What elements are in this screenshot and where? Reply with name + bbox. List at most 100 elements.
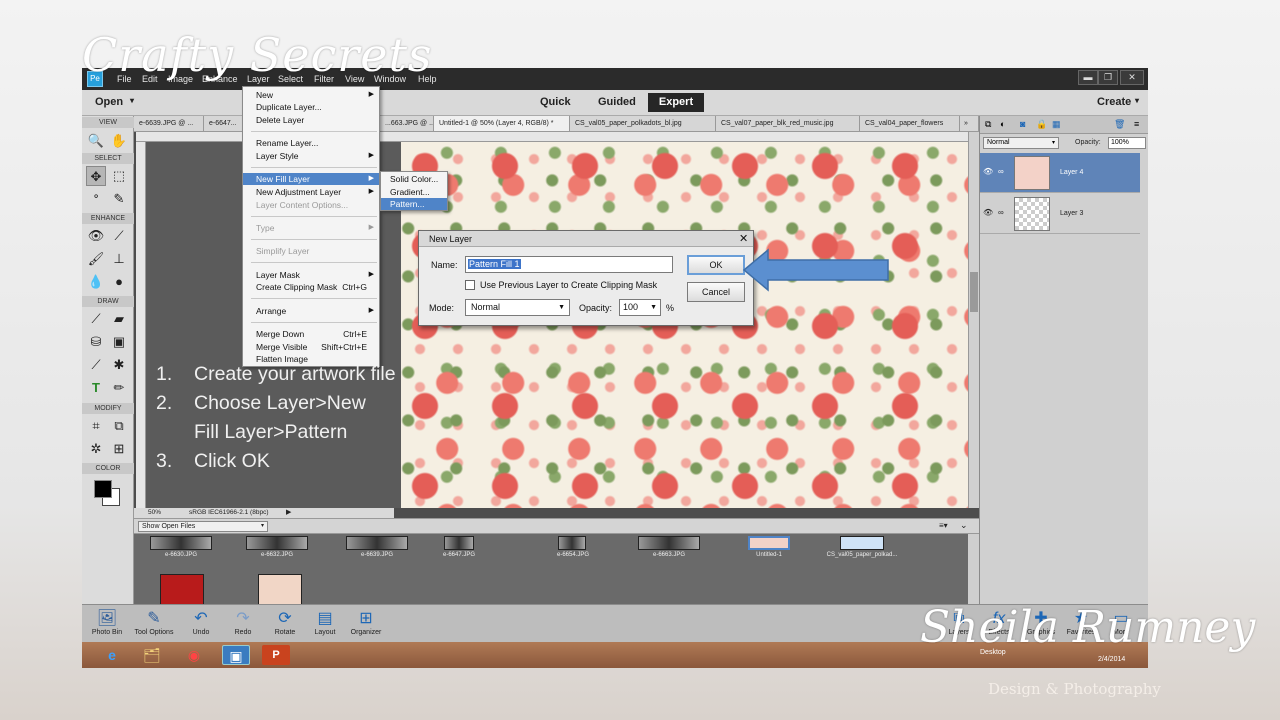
blend-mode-select[interactable]: Normal ▾ [983, 137, 1059, 149]
minimize-button[interactable]: ▬ [1078, 70, 1098, 85]
canvas-scrollbar-thumb[interactable] [970, 272, 978, 312]
show-open-files-select[interactable]: Show Open Files ▾ [138, 521, 268, 532]
marquee-tool-icon[interactable]: ⬚ [109, 166, 129, 186]
open-button[interactable]: Open [95, 96, 123, 108]
visibility-eye-icon[interactable]: 👁 [983, 208, 993, 217]
hand-tool-icon[interactable]: ✋ [109, 131, 129, 151]
spot-healing-tool-icon[interactable]: ⟋ [109, 226, 129, 246]
restore-button[interactable]: ❐ [1098, 70, 1118, 85]
blur-tool-icon[interactable]: 💧 [86, 272, 106, 292]
eraser-tool-icon[interactable]: ▰ [109, 309, 129, 329]
tab-red-music[interactable]: CS_val07_paper_blk_red_music.jpg [716, 116, 860, 131]
straighten-tool-icon[interactable]: ⊞ [109, 439, 129, 459]
foreground-color-swatch[interactable] [94, 480, 112, 498]
tab-e-6639[interactable]: e-6639.JPG @ ... [134, 116, 204, 131]
eyedropper-tool-icon[interactable]: ⟋ [86, 355, 106, 375]
bin-thumb-e-6632[interactable] [246, 536, 308, 550]
link-icon[interactable]: ∞ [998, 167, 1004, 176]
create-button[interactable]: Create [1097, 96, 1131, 108]
custom-shape-tool-icon[interactable]: ✱ [109, 355, 129, 375]
new-layer-icon[interactable]: ⧉ [985, 119, 991, 130]
bin-thumb-e-6630[interactable] [150, 536, 212, 550]
layer-row-layer-4[interactable]: 👁 ∞ Layer 4 [980, 153, 1140, 193]
menu-item-new-adjustment-layer[interactable]: New Adjustment Layer ▶ [243, 186, 379, 198]
pencil-tool-icon[interactable]: ✏ [109, 378, 129, 398]
trash-icon[interactable]: 🗑 [1114, 119, 1125, 130]
bin-thumb-e-6639[interactable] [346, 536, 408, 550]
crop-tool-icon[interactable]: ⌗ [86, 416, 106, 436]
bin-thumb-e-6647[interactable] [444, 536, 474, 550]
menu-item-new-fill-layer[interactable]: New Fill Layer ▶ [243, 173, 379, 185]
menu-item-layer-mask[interactable]: Layer Mask ▶ [243, 269, 379, 281]
photoshop-elements-taskbar-icon[interactable]: ▣ [222, 645, 250, 665]
bin-thumb-untitled-1[interactable] [748, 536, 790, 550]
gradient-tool-icon[interactable]: ▣ [109, 332, 129, 352]
panel-menu-icon[interactable]: ≡ [1134, 119, 1139, 129]
brush-tool-icon[interactable]: ⟋ [86, 309, 106, 329]
organizer-button[interactable]: ⊞ Organizer [341, 609, 391, 636]
adjustment-layer-icon[interactable]: ◐ [1000, 119, 1005, 129]
tab-untitled-1[interactable]: Untitled-1 @ 50% (Layer 4, RGB/8) * [434, 116, 570, 131]
type-tool-icon[interactable]: T [86, 378, 106, 398]
chrome-icon[interactable]: ◉ [180, 645, 208, 665]
smart-brush-tool-icon[interactable]: 🖌 [86, 249, 106, 269]
bin-thumb-e-6663[interactable] [638, 536, 700, 550]
bin-thumb-polkadots[interactable] [840, 536, 884, 550]
dialog-close-icon[interactable]: ✕ [739, 231, 748, 247]
menu-item-arrange[interactable]: Arrange ▶ [243, 305, 379, 317]
quick-mode-tab[interactable]: Quick [540, 96, 571, 108]
lock-all-icon[interactable]: 🔒 [1036, 119, 1047, 130]
content-aware-move-tool-icon[interactable]: ✲ [86, 439, 106, 459]
layer-row-layer-3[interactable]: 👁 ∞ Layer 3 [980, 194, 1140, 234]
lasso-tool-icon[interactable]: ᐤ [86, 189, 106, 209]
move-tool-icon[interactable]: ✥ [86, 166, 106, 186]
tabs-overflow-icon[interactable]: » [960, 116, 979, 131]
recompose-tool-icon[interactable]: ⧉ [109, 416, 129, 436]
tab-flowers[interactable]: CS_val04_paper_flowers [860, 116, 960, 131]
bin-collapse-icon[interactable]: ⌄ [960, 520, 968, 531]
tab-e-6663[interactable]: ...663.JPG @ ... [380, 116, 434, 131]
tab-polkadots[interactable]: CS_val05_paper_polkadots_bl.jpg [570, 116, 716, 131]
canvas-scrollbar[interactable] [968, 132, 979, 508]
layer-opacity-input[interactable]: 100% [1108, 137, 1146, 149]
menu-item-new[interactable]: New ▶ [243, 89, 379, 101]
menu-item-gradient[interactable]: Gradient... [381, 186, 447, 198]
tab-e-6647[interactable]: e-6647... [204, 116, 244, 131]
open-dropdown-icon[interactable]: ▾ [130, 96, 134, 105]
menu-item-create-clipping-mask[interactable]: Create Clipping Mask Ctrl+G [243, 281, 379, 293]
visibility-eye-icon[interactable]: 👁 [983, 167, 993, 176]
bin-scrollbar[interactable] [968, 534, 979, 606]
menu-item-pattern[interactable]: Pattern... [381, 198, 447, 210]
guided-mode-tab[interactable]: Guided [598, 96, 636, 108]
clipping-mask-checkbox[interactable] [465, 280, 475, 290]
tool-options-button[interactable]: ✎ Tool Options [129, 609, 179, 636]
window-close-button[interactable]: ✕ [1120, 70, 1144, 85]
menu-item-merge-down[interactable]: Merge Down Ctrl+E [243, 328, 379, 340]
ok-button[interactable]: OK [687, 255, 745, 275]
quick-selection-tool-icon[interactable]: ✎ [109, 189, 129, 209]
menu-item-merge-visible[interactable]: Merge Visible Shift+Ctrl+E [243, 341, 379, 353]
link-icon[interactable]: ∞ [998, 208, 1004, 217]
bin-thumb-red-music[interactable] [160, 574, 204, 606]
bin-thumb-e-6654[interactable] [558, 536, 586, 550]
layer-name-input[interactable]: Pattern Fill 1 [465, 256, 673, 273]
create-dropdown-icon[interactable]: ▾ [1135, 96, 1139, 105]
internet-explorer-icon[interactable]: e [98, 645, 126, 665]
paint-bucket-tool-icon[interactable]: ⛁ [86, 332, 106, 352]
zoom-tool-icon[interactable]: 🔍 [86, 131, 106, 151]
menu-item-solid-color[interactable]: Solid Color... [381, 173, 447, 185]
bin-menu-icon[interactable]: ≡▾ [939, 521, 948, 530]
menu-item-rename-layer[interactable]: Rename Layer... [243, 137, 379, 149]
menu-item-duplicate-layer[interactable]: Duplicate Layer... [243, 101, 379, 113]
menu-item-delete-layer[interactable]: Delete Layer [243, 114, 379, 126]
sponge-tool-icon[interactable]: ● [109, 272, 129, 292]
mode-select[interactable]: Normal ▼ [465, 299, 570, 316]
expert-mode-tab[interactable]: Expert [648, 93, 704, 112]
status-arrow-icon[interactable]: ▶ [286, 508, 291, 516]
cancel-button[interactable]: Cancel [687, 282, 745, 302]
opacity-input[interactable]: 100 ▼ [619, 299, 661, 316]
file-explorer-icon[interactable]: 🗂 [138, 645, 166, 665]
photo-bin-button[interactable]: 🖼 Photo Bin [82, 609, 132, 636]
menu-item-layer-style[interactable]: Layer Style ▶ [243, 150, 379, 162]
powerpoint-icon[interactable]: P [262, 645, 290, 665]
